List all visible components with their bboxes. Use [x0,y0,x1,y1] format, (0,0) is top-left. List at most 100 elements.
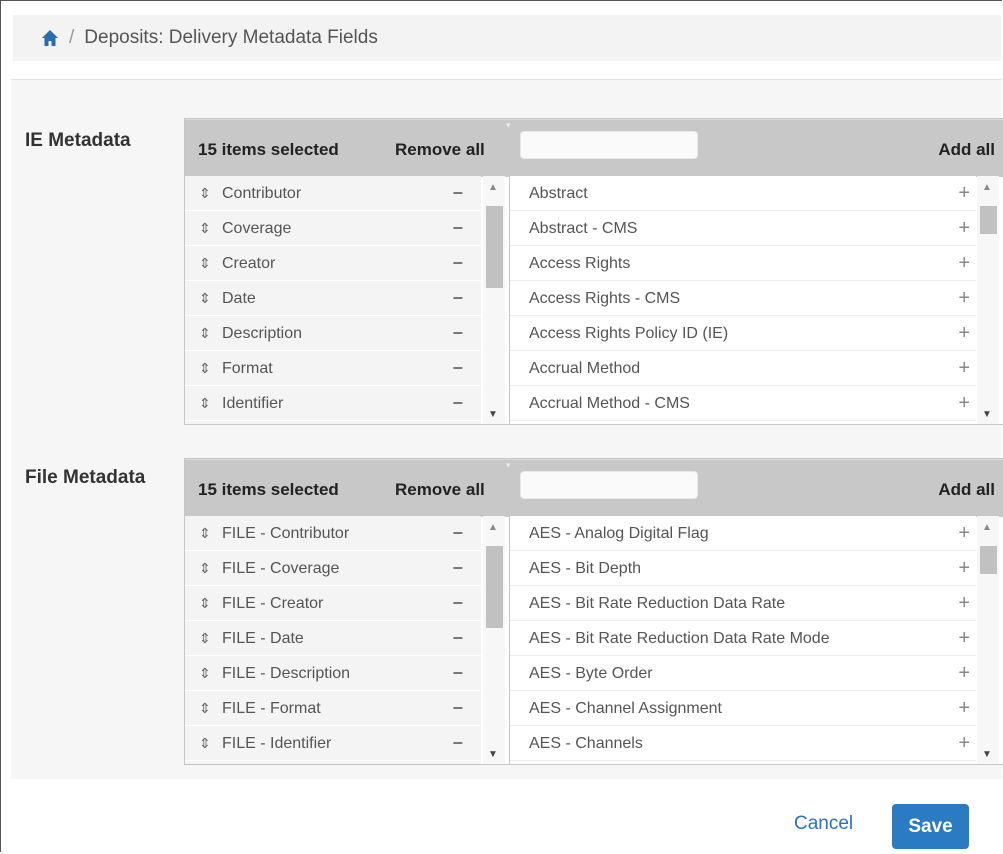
scrollbar-thumb[interactable] [486,546,503,628]
selected-field-row[interactable]: ⇕ FILE - Identifier − [185,726,481,761]
available-field-row[interactable]: AES - Bit Rate Reduction Data Rate + [510,586,976,621]
selected-field-row[interactable]: ⇕ Date − [185,281,481,316]
available-field-row[interactable]: Accrual Method - CMS + [510,386,976,421]
remove-field-icon[interactable]: − [452,351,463,386]
scroll-down-icon[interactable]: ▼ [488,409,498,420]
ie-search-input[interactable] [520,131,698,159]
available-field-row[interactable]: AES - Byte Order + [510,656,976,691]
available-field-row[interactable]: Access Rights + [510,246,976,281]
remove-field-icon[interactable]: − [452,726,463,761]
remove-field-icon[interactable]: − [452,691,463,726]
selected-field-row[interactable]: ⇕ FILE - Format − [185,691,481,726]
scrollbar-thumb[interactable] [980,206,997,234]
drag-handle-icon[interactable]: ⇕ [199,726,211,761]
selected-field-row[interactable]: ⇕ Description − [185,316,481,351]
selected-field-row[interactable]: ⇕ FILE - Creator − [185,586,481,621]
remove-field-icon[interactable]: − [452,176,463,211]
ie-selected-scrollbar[interactable]: ▲ ▼ [483,176,505,424]
add-field-icon[interactable]: + [958,211,970,246]
cancel-button[interactable]: Cancel [794,813,853,835]
remove-field-icon[interactable]: − [452,386,463,421]
scroll-down-icon[interactable]: ▼ [488,749,498,760]
drag-handle-icon[interactable]: ⇕ [199,281,211,316]
add-field-icon[interactable]: + [958,551,970,586]
add-field-icon[interactable]: + [958,726,970,761]
selected-field-row[interactable]: ⇕ Creator − [185,246,481,281]
add-field-icon[interactable]: + [958,691,970,726]
ie-add-all-button[interactable]: Add all [938,140,995,160]
remove-field-icon[interactable]: − [452,551,463,586]
available-field-row[interactable]: Abstract + [510,176,976,211]
file-selected-scrollbar[interactable]: ▲ ▼ [483,516,505,764]
selected-field-row[interactable]: ⇕ Coverage − [185,211,481,246]
drag-handle-icon[interactable]: ⇕ [199,551,211,586]
available-field-row[interactable]: Access Rights Policy ID (IE) + [510,316,976,351]
available-field-row[interactable]: AES - Channels + [510,726,976,761]
drag-handle-icon[interactable]: ⇕ [199,586,211,621]
add-field-icon[interactable]: + [958,516,970,551]
scroll-up-icon[interactable]: ▲ [488,182,498,193]
add-field-icon[interactable]: + [958,246,970,281]
file-add-all-button[interactable]: Add all [938,480,995,500]
file-metadata-picker: 15 items selected Remove all ▾ Add all ⇕… [184,458,1003,765]
available-field-row[interactable]: Abstract - CMS + [510,211,976,246]
selected-field-row[interactable]: ⇕ FILE - Contributor − [185,516,481,551]
drag-handle-icon[interactable]: ⇕ [199,621,211,656]
selected-field-row[interactable]: ⇕ FILE - Date − [185,621,481,656]
add-field-icon[interactable]: + [958,281,970,316]
selected-field-row[interactable]: ⇕ Format − [185,351,481,386]
drag-handle-icon[interactable]: ⇕ [199,316,211,351]
resize-handle-icon: ▾ [506,120,511,130]
file-search-input[interactable] [520,471,698,499]
field-name: Access Rights Policy ID (IE) [529,325,729,342]
available-field-row[interactable]: AES - Bit Depth + [510,551,976,586]
selected-field-row[interactable]: ⇕ Contributor − [185,176,481,211]
add-field-icon[interactable]: + [958,316,970,351]
selected-field-row[interactable]: ⇕ Identifier − [185,386,481,421]
available-field-row[interactable]: Access Rights - CMS + [510,281,976,316]
remove-field-icon[interactable]: − [452,586,463,621]
remove-field-icon[interactable]: − [452,246,463,281]
drag-handle-icon[interactable]: ⇕ [199,656,211,691]
scroll-down-icon[interactable]: ▼ [982,749,992,760]
file-remove-all-button[interactable]: Remove all [395,480,485,500]
add-field-icon[interactable]: + [958,176,970,211]
remove-field-icon[interactable]: − [452,656,463,691]
drag-handle-icon[interactable]: ⇕ [199,516,211,551]
home-icon[interactable] [41,29,59,47]
drag-handle-icon[interactable]: ⇕ [199,211,211,246]
remove-field-icon[interactable]: − [452,281,463,316]
remove-field-icon[interactable]: − [452,516,463,551]
add-field-icon[interactable]: + [958,656,970,691]
drag-handle-icon[interactable]: ⇕ [199,386,211,421]
file-available-scrollbar[interactable]: ▲ ▼ [977,516,999,764]
scrollbar-thumb[interactable] [486,206,503,288]
available-field-row[interactable]: AES - Channel Assignment + [510,691,976,726]
drag-handle-icon[interactable]: ⇕ [199,351,211,386]
drag-handle-icon[interactable]: ⇕ [199,246,211,281]
add-field-icon[interactable]: + [958,386,970,421]
available-field-row[interactable]: Accrual Method + [510,351,976,386]
field-name: Access Rights - CMS [529,290,681,307]
ie-remove-all-button[interactable]: Remove all [395,140,485,160]
selected-field-row[interactable]: ⇕ FILE - Description − [185,656,481,691]
available-field-row[interactable]: AES - Bit Rate Reduction Data Rate Mode + [510,621,976,656]
add-field-icon[interactable]: + [958,621,970,656]
available-field-row[interactable]: AES - Analog Digital Flag + [510,516,976,551]
field-name: FILE - Creator [222,595,324,612]
scrollbar-thumb[interactable] [980,546,997,574]
drag-handle-icon[interactable]: ⇕ [199,176,211,211]
scroll-down-icon[interactable]: ▼ [982,409,992,420]
remove-field-icon[interactable]: − [452,621,463,656]
drag-handle-icon[interactable]: ⇕ [199,691,211,726]
remove-field-icon[interactable]: − [452,211,463,246]
save-button[interactable]: Save [892,804,969,849]
scroll-up-icon[interactable]: ▲ [488,522,498,533]
remove-field-icon[interactable]: − [452,316,463,351]
add-field-icon[interactable]: + [958,351,970,386]
add-field-icon[interactable]: + [958,586,970,621]
ie-available-scrollbar[interactable]: ▲ ▼ [977,176,999,424]
scroll-up-icon[interactable]: ▲ [982,522,992,533]
scroll-up-icon[interactable]: ▲ [982,182,992,193]
selected-field-row[interactable]: ⇕ FILE - Coverage − [185,551,481,586]
